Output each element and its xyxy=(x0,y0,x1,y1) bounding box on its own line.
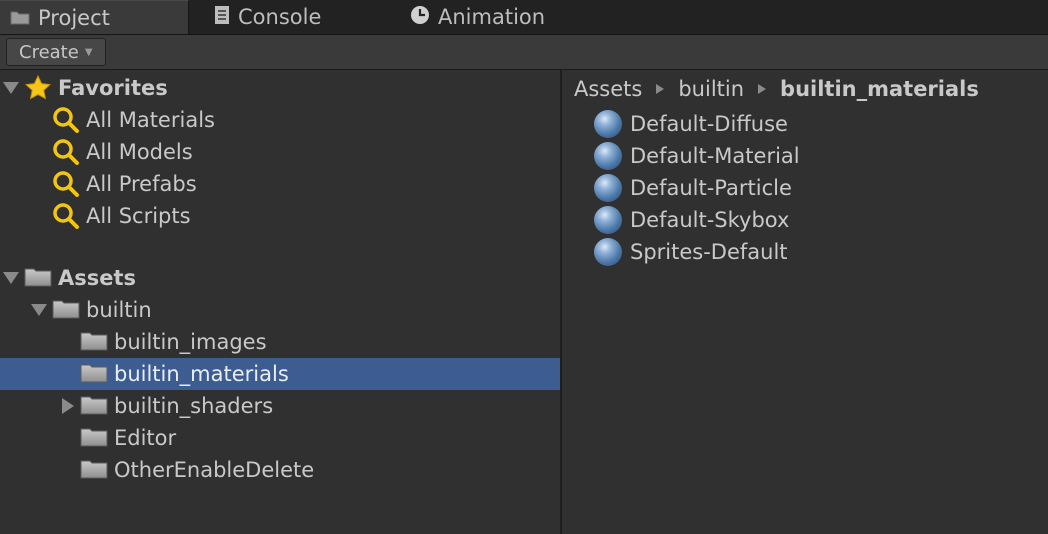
folder-icon xyxy=(24,268,52,287)
star-icon xyxy=(24,74,52,107)
tree-item-label: builtin_shaders xyxy=(114,394,274,418)
create-button[interactable]: Create ▼ xyxy=(6,38,106,66)
tree-item-label: OtherEnableDelete xyxy=(114,458,315,482)
tab-project[interactable]: Project xyxy=(0,0,189,34)
toolbar: Create ▼ xyxy=(0,35,1048,70)
console-icon xyxy=(214,5,230,30)
tab-bar: Project Console Animation xyxy=(0,0,1048,35)
search-icon xyxy=(52,202,80,235)
tab-animation[interactable]: Animation xyxy=(410,0,610,34)
asset-list-panel: Assets builtin builtin_materials Default… xyxy=(562,70,1048,534)
chevron-right-icon xyxy=(758,84,767,94)
material-sphere-icon xyxy=(594,174,622,202)
tree-item-builtin-materials[interactable]: builtin_materials xyxy=(0,358,560,390)
tree-item-label: builtin_materials xyxy=(114,362,289,386)
favorite-label: All Models xyxy=(86,140,193,164)
folder-icon xyxy=(80,332,108,351)
material-sphere-icon xyxy=(594,110,622,138)
tree-item-builtin-images[interactable]: builtin_images xyxy=(0,326,560,358)
search-icon xyxy=(52,106,80,139)
folder-icon xyxy=(52,300,80,319)
tab-label: Project xyxy=(38,5,110,30)
material-label: Default-Material xyxy=(630,144,800,168)
breadcrumb-item[interactable]: Assets xyxy=(574,77,642,101)
expand-arrow-icon[interactable] xyxy=(31,304,47,316)
tab-label: Console xyxy=(238,5,322,29)
expand-arrow-icon[interactable] xyxy=(3,272,19,284)
folder-icon xyxy=(10,6,30,30)
folder-icon xyxy=(80,364,108,383)
material-sphere-icon xyxy=(594,206,622,234)
tab-console[interactable]: Console xyxy=(214,0,384,34)
chevron-right-icon xyxy=(656,84,665,94)
tree-item-editor[interactable]: Editor xyxy=(0,422,560,454)
material-sphere-icon xyxy=(594,142,622,170)
list-item[interactable]: Default-Material xyxy=(594,140,800,172)
assets-title: Assets xyxy=(58,266,137,290)
tree-item-label: builtin xyxy=(86,298,152,322)
search-icon xyxy=(52,138,80,171)
tab-label: Animation xyxy=(438,5,546,29)
collapse-arrow-icon[interactable] xyxy=(62,398,74,414)
tree-item-builtin[interactable]: builtin xyxy=(0,294,560,326)
favorite-label: All Scripts xyxy=(86,204,191,228)
tree-item-label: builtin_images xyxy=(114,330,267,354)
assets-row[interactable]: Assets xyxy=(0,262,560,294)
favorite-item[interactable]: All Prefabs xyxy=(0,168,560,200)
dropdown-caret-icon: ▼ xyxy=(84,46,93,58)
list-item[interactable]: Default-Particle xyxy=(594,172,792,204)
favorite-label: All Prefabs xyxy=(86,172,197,196)
material-label: Sprites-Default xyxy=(630,240,788,264)
material-label: Default-Particle xyxy=(630,176,792,200)
clock-icon xyxy=(410,5,430,30)
list-item[interactable]: Sprites-Default xyxy=(594,236,788,268)
folder-icon xyxy=(80,428,108,447)
tree-item-builtin-shaders[interactable]: builtin_shaders xyxy=(0,390,560,422)
search-icon xyxy=(52,170,80,203)
favorite-item[interactable]: All Materials xyxy=(0,104,560,136)
material-label: Default-Skybox xyxy=(630,208,790,232)
breadcrumb: Assets builtin builtin_materials xyxy=(574,74,979,104)
favorites-row[interactable]: Favorites xyxy=(0,72,560,104)
list-item[interactable]: Default-Diffuse xyxy=(594,108,788,140)
favorite-item[interactable]: All Models xyxy=(0,136,560,168)
favorites-title: Favorites xyxy=(58,76,168,100)
tree-item-other-enable-delete[interactable]: OtherEnableDelete xyxy=(0,454,560,486)
project-tree: Favorites All Materials All Models All P… xyxy=(0,70,560,534)
folder-icon xyxy=(80,396,108,415)
material-sphere-icon xyxy=(594,238,622,266)
favorite-label: All Materials xyxy=(86,108,215,132)
create-label: Create xyxy=(19,41,79,63)
material-label: Default-Diffuse xyxy=(630,112,788,136)
tree-item-label: Editor xyxy=(114,426,177,450)
favorite-item[interactable]: All Scripts xyxy=(0,200,560,232)
expand-arrow-icon[interactable] xyxy=(3,82,19,94)
breadcrumb-current[interactable]: builtin_materials xyxy=(780,77,979,101)
folder-icon xyxy=(80,460,108,479)
list-item[interactable]: Default-Skybox xyxy=(594,204,789,236)
breadcrumb-item[interactable]: builtin xyxy=(678,77,744,101)
